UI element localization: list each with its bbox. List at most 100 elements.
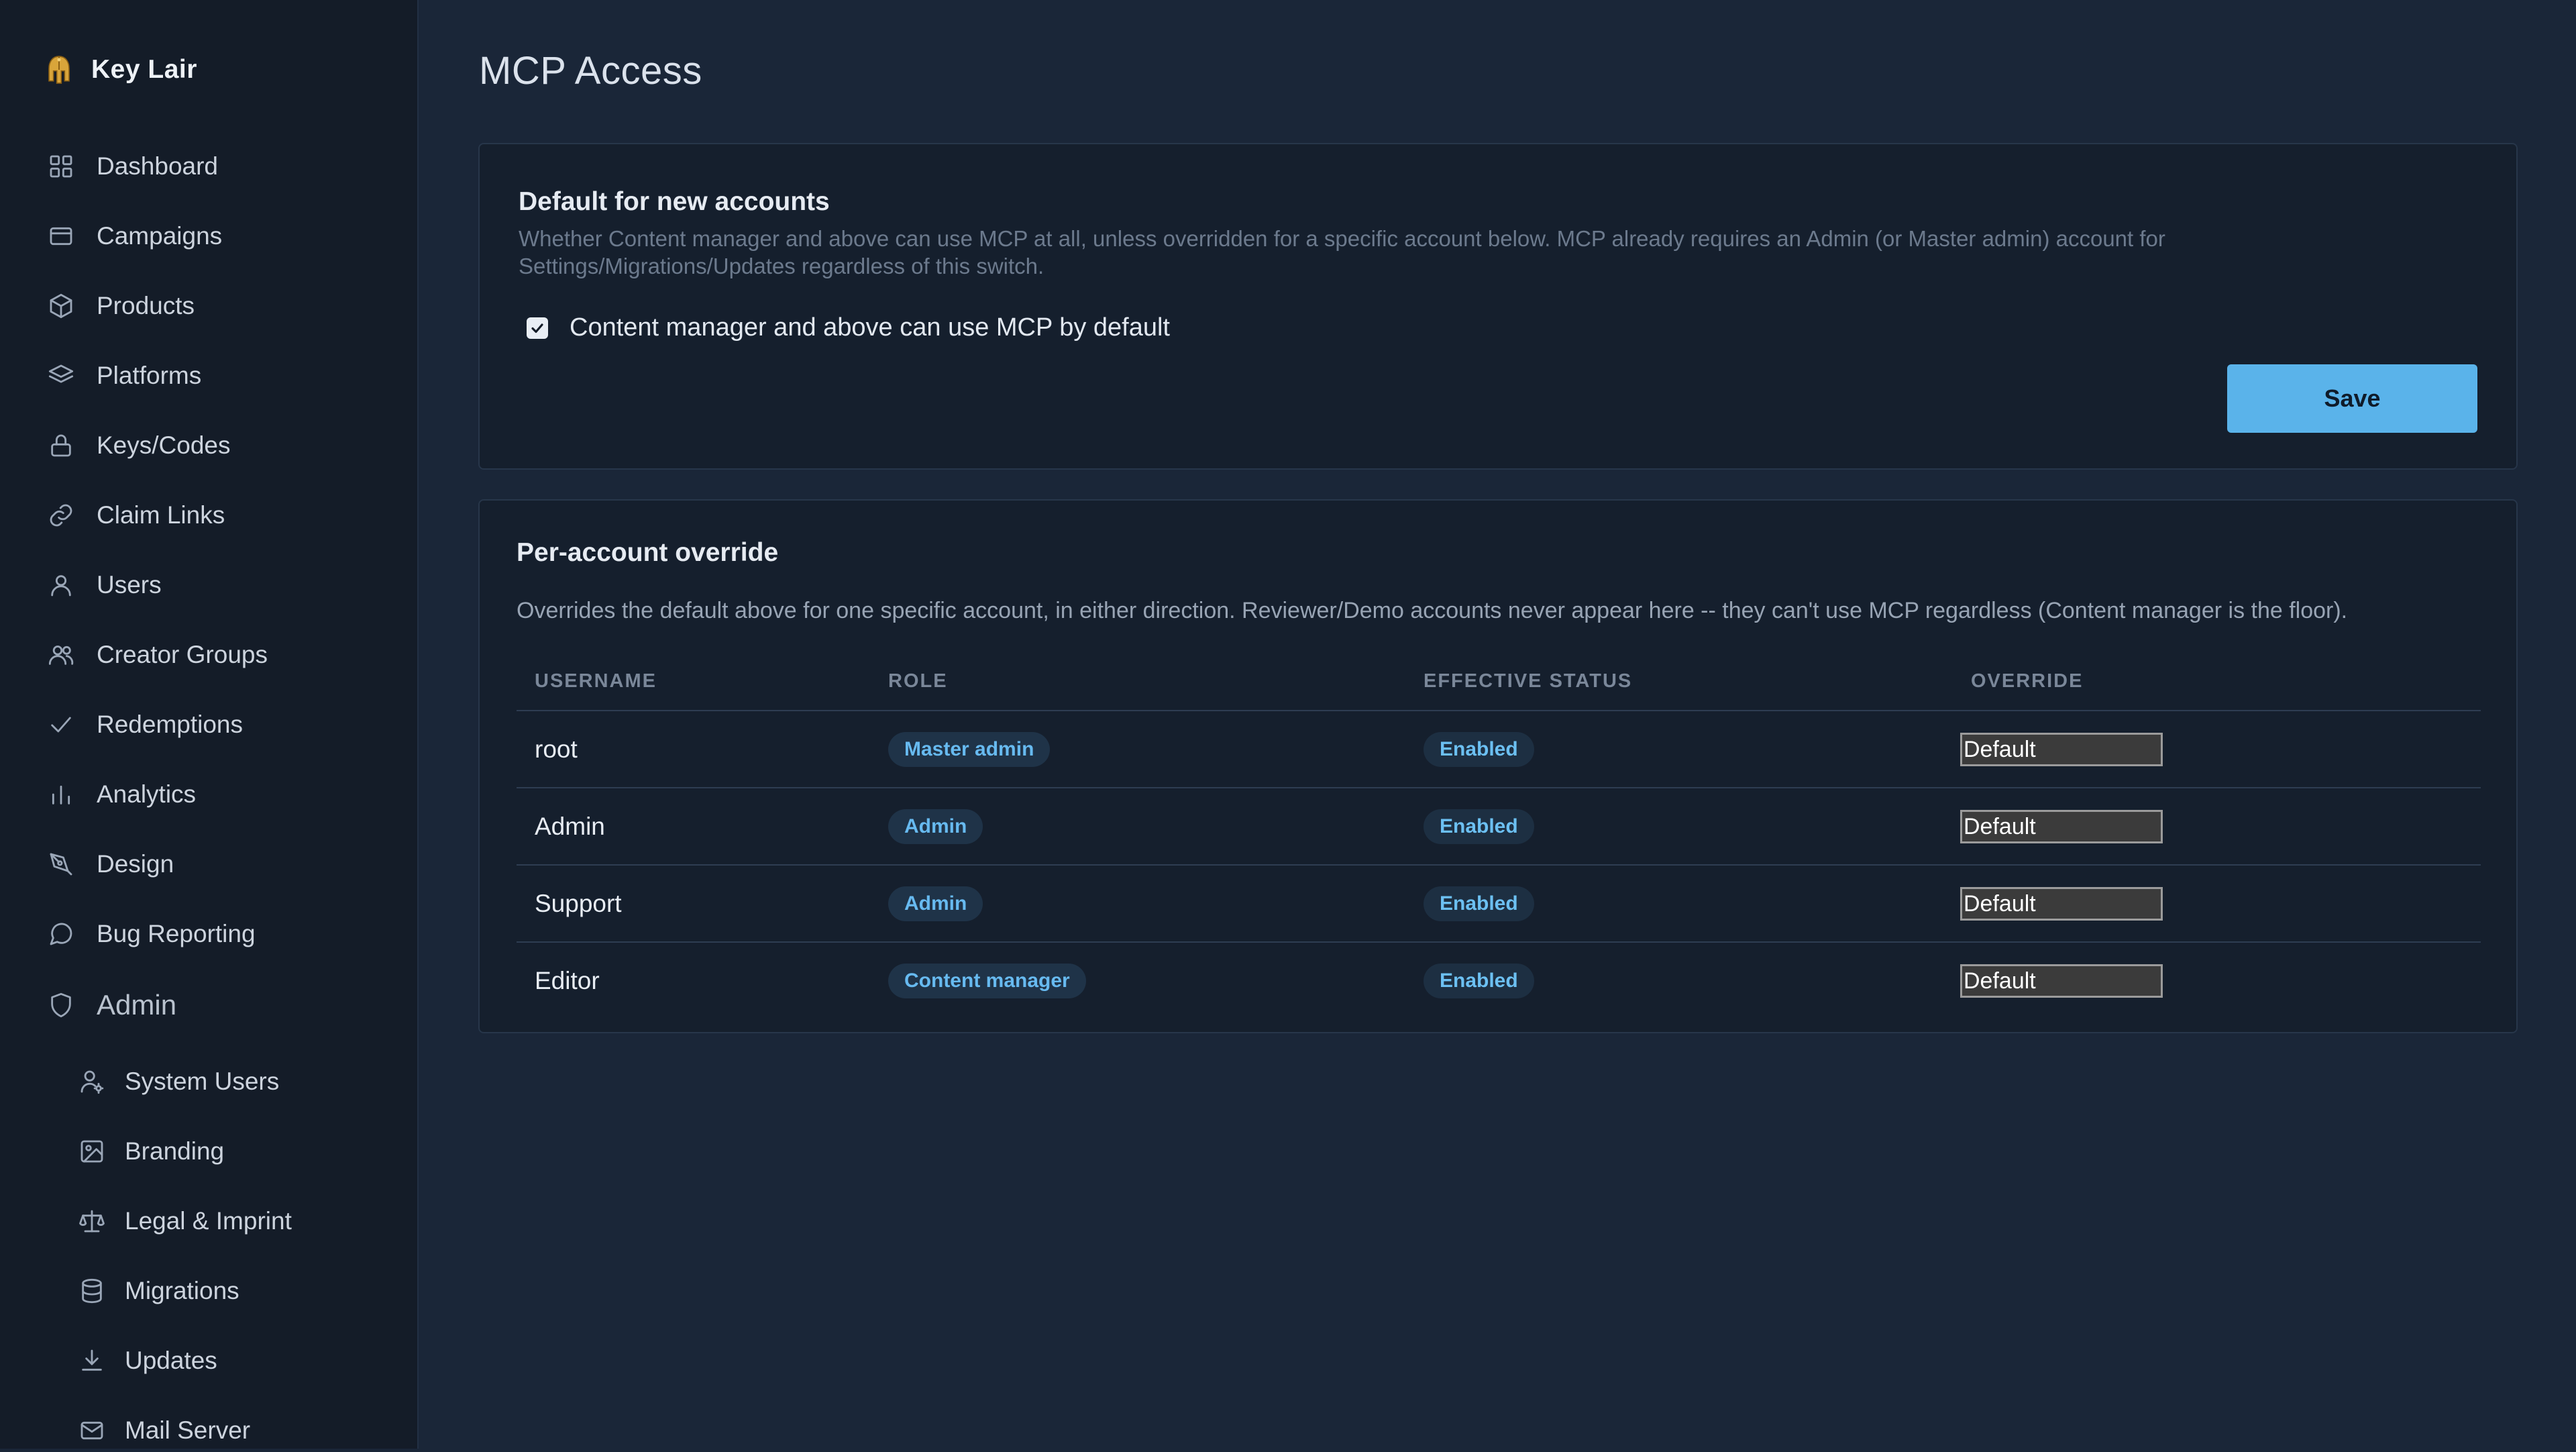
sidebar-item-platforms[interactable]: Platforms [47,354,201,397]
override-cell: Default [1960,943,2163,1019]
user-icon [47,571,75,599]
link-icon [47,501,75,529]
sidebar-item-campaigns[interactable]: Campaigns [47,215,222,258]
override-select[interactable]: Default [1960,809,2163,843]
users-icon [47,641,75,669]
box-icon [47,292,75,320]
table-row: Editor Content manager Enabled Default [517,943,2481,1019]
page-title: MCP Access [479,49,702,93]
table-row: Admin Admin Enabled Default [517,788,2481,866]
sidebar-item-migrations[interactable]: Migrations [78,1269,239,1312]
section-description: Overrides the default above for one spec… [517,598,2348,623]
mcp-default-checkbox[interactable] [527,317,548,339]
role-cell: Admin [888,866,983,941]
checkbox-label: Content manager and above can use MCP by… [570,313,1170,342]
sidebar-item-design[interactable]: Design [47,843,174,886]
sidebar-item-label: Legal & Imprint [125,1207,292,1235]
card-icon [47,222,75,250]
column-header-username: USERNAME [535,670,657,692]
sidebar-item-redemptions[interactable]: Redemptions [47,703,243,746]
description-line: Whether Content manager and above can us… [519,226,2165,251]
section-title: Per-account override [517,538,779,567]
sidebar-item-dashboard[interactable]: Dashboard [47,145,218,188]
image-icon [78,1137,106,1165]
role-badge: Admin [888,886,983,921]
role-cell: Admin [888,788,983,864]
override-cell: Default [1960,711,2163,787]
sidebar-item-label: Mail Server [125,1416,251,1444]
message-icon [47,920,75,948]
sidebar-item-mail-server[interactable]: Mail Server [78,1409,250,1452]
sidebar-item-keys-codes[interactable]: Keys/Codes [47,424,231,467]
username-cell: Admin [535,788,605,864]
column-header-role: ROLE [888,670,948,692]
sidebar: Key Lair Dashboard Campaigns Products Pl… [0,0,419,1449]
sidebar-item-creator-groups[interactable]: Creator Groups [47,633,268,676]
sidebar-item-label: Platforms [97,362,202,389]
sidebar-item-label: Redemptions [97,711,244,738]
description-line: Settings/Migrations/Updates regardless o… [519,254,1044,278]
mcp-default-checkbox-row[interactable]: Content manager and above can use MCP by… [527,313,1170,342]
sidebar-item-system-users[interactable]: System Users [78,1060,279,1103]
sidebar-item-label: Creator Groups [97,641,268,668]
lock-icon [47,431,75,460]
username-cell: root [535,711,578,787]
sidebar-item-label: Dashboard [97,152,219,180]
override-cell: Default [1960,788,2163,864]
username-cell: Editor [535,943,600,1019]
database-icon [78,1277,106,1305]
default-accounts-card: Default for new accounts Whether Content… [478,143,2518,470]
status-badge: Enabled [1424,963,1534,998]
sidebar-item-label: Bug Reporting [97,920,256,947]
mail-icon [78,1416,106,1445]
sidebar-item-label: Migrations [125,1277,239,1304]
sidebar-item-label: Claim Links [97,501,225,529]
section-description: Whether Content manager and above can us… [519,225,2464,280]
override-select[interactable]: Default [1960,732,2163,766]
sidebar-item-label: Products [97,292,195,319]
brand[interactable]: Key Lair [44,48,197,91]
checkmark-icon [531,323,543,333]
section-title: Default for new accounts [519,187,830,216]
sidebar-item-updates[interactable]: Updates [78,1339,217,1382]
override-table: USERNAME ROLE EFFECTIVE STATUS OVERRIDE … [517,652,2481,1019]
sidebar-item-claim-links[interactable]: Claim Links [47,494,225,537]
download-icon [78,1347,106,1375]
override-select[interactable]: Default [1960,886,2163,921]
save-button[interactable]: Save [2227,364,2477,433]
bar-chart-icon [47,780,75,809]
username: root [535,735,578,763]
sidebar-item-branding[interactable]: Branding [78,1130,224,1173]
layers-icon [47,362,75,390]
status-badge: Enabled [1424,809,1534,844]
role-badge: Content manager [888,963,1086,998]
brand-name: Key Lair [91,55,197,84]
table-row: root Master admin Enabled Default [517,711,2481,788]
sidebar-item-label: Analytics [97,780,197,808]
scale-icon [78,1207,106,1235]
role-badge: Admin [888,809,983,844]
override-select[interactable]: Default [1960,964,2163,998]
helmet-logo-icon [44,52,74,87]
pen-tool-icon [47,850,75,878]
column-header-override: OVERRIDE [1971,670,2084,692]
sidebar-item-analytics[interactable]: Analytics [47,773,196,816]
sidebar-item-label: Keys/Codes [97,431,231,459]
sidebar-item-legal-imprint[interactable]: Legal & Imprint [78,1200,292,1243]
status-cell: Enabled [1424,711,1534,787]
role-cell: Master admin [888,711,1051,787]
sidebar-item-users[interactable]: Users [47,564,162,607]
sidebar-item-label: System Users [125,1068,280,1095]
table-row: Support Admin Enabled Default [517,866,2481,943]
username: Support [535,889,622,917]
grid-icon [47,152,75,180]
sidebar-item-bug-reporting[interactable]: Bug Reporting [47,913,256,955]
status-cell: Enabled [1424,866,1534,941]
sidebar-item-admin[interactable]: Admin [47,984,176,1027]
sidebar-item-products[interactable]: Products [47,284,195,327]
sidebar-item-label: Branding [125,1137,225,1165]
status-cell: Enabled [1424,788,1534,864]
shield-icon [47,991,75,1019]
sidebar-item-label: Updates [125,1347,217,1374]
per-account-override-card: Per-account override Overrides the defau… [478,499,2518,1033]
